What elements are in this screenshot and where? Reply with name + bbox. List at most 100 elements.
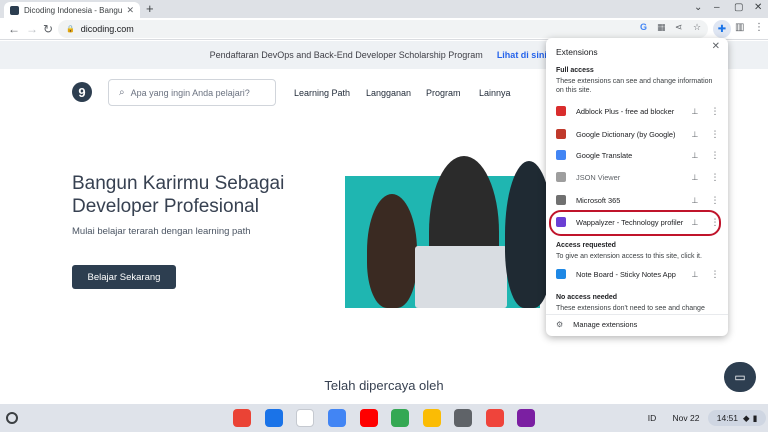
lock-icon[interactable]: 🔒: [66, 25, 75, 33]
person-left-image: [367, 194, 417, 308]
pin-icon[interactable]: ⊥: [688, 151, 702, 160]
full-access-desc: These extensions can see and change info…: [556, 78, 713, 94]
share-icon[interactable]: ⋖: [675, 22, 683, 33]
pin-icon[interactable]: ⊥: [688, 130, 702, 139]
extension-name: Adblock Plus - free ad blocker: [576, 106, 675, 116]
extension-row[interactable]: JSON Viewer ⊥ ⋮: [546, 166, 728, 188]
photos-icon[interactable]: [454, 409, 472, 427]
extensions-popup-title: Extensions: [556, 47, 598, 57]
close-window-button[interactable]: ✕: [754, 2, 762, 13]
side-panel-icon[interactable]: ▥: [735, 22, 744, 33]
files-icon[interactable]: [265, 409, 283, 427]
search-icon: ⌕: [119, 87, 125, 98]
more-options-icon[interactable]: ⋮: [708, 106, 722, 117]
dicoding-logo[interactable]: 9: [72, 82, 92, 102]
chrome-menu-icon[interactable]: ⋮: [754, 22, 764, 33]
extensions-popup: Extensions ✕ Full access These extension…: [546, 38, 728, 336]
status-tray[interactable]: 14:51 ◆ ▮: [708, 410, 766, 426]
trusted-by-heading: Telah dipercaya oleh: [324, 378, 444, 393]
pin-icon[interactable]: ⊥: [688, 270, 702, 279]
extension-row[interactable]: Microsoft 365 ⊥ ⋮: [546, 189, 728, 211]
hero-image: [345, 156, 553, 308]
nav-program[interactable]: Program: [426, 88, 461, 98]
new-tab-button[interactable]: +: [146, 2, 154, 16]
no-access-desc: These extensions don't need to see and c…: [556, 305, 705, 312]
chrome-icon[interactable]: [233, 409, 251, 427]
keep-icon[interactable]: [423, 409, 441, 427]
laptop-image: [415, 246, 507, 308]
launcher-button[interactable]: [6, 412, 18, 424]
gmail-icon[interactable]: [296, 409, 314, 427]
play-store-icon[interactable]: [391, 409, 409, 427]
start-learning-button[interactable]: Belajar Sekarang: [72, 265, 176, 289]
manage-extensions-button[interactable]: ⚙ Manage extensions: [546, 314, 728, 334]
no-access-title: No access needed: [556, 294, 618, 301]
wifi-icon: ◆: [743, 412, 750, 423]
manage-extensions-label: Manage extensions: [573, 320, 638, 329]
extension-row[interactable]: Note Board - Sticky Notes App ⊥ ⋮: [546, 263, 728, 285]
reload-button[interactable]: ↻: [43, 21, 53, 37]
adblock-icon: [556, 106, 566, 116]
search-placeholder: Apa yang ingin Anda pelajari?: [130, 87, 250, 98]
back-button[interactable]: ←: [8, 21, 20, 37]
docs-icon[interactable]: [328, 409, 346, 427]
battery-icon: ▮: [752, 412, 758, 423]
google-lens-icon[interactable]: G: [640, 22, 647, 32]
bookmark-star-icon[interactable]: ☆: [693, 22, 701, 33]
qr-code-icon[interactable]: ▦: [657, 22, 666, 33]
more-options-icon[interactable]: ⋮: [708, 129, 722, 140]
date-tray[interactable]: Nov 22: [668, 410, 704, 426]
extension-name: JSON Viewer: [576, 172, 621, 182]
extension-name: Note Board - Sticky Notes App: [576, 269, 676, 279]
nav-langganan[interactable]: Langganan: [366, 88, 411, 98]
more-options-icon[interactable]: ⋮: [708, 195, 722, 206]
ime-indicator[interactable]: ID: [643, 410, 661, 426]
dicoding-favicon-icon: [10, 5, 19, 15]
search-input[interactable]: ⌕ Apa yang ingin Anda pelajari?: [108, 79, 276, 106]
extension-row[interactable]: Google Dictionary (by Google) ⊥ ⋮: [546, 123, 728, 145]
note-board-icon: [556, 269, 566, 279]
wappalyzer-highlight-annotation: [549, 210, 721, 236]
anydesk-icon[interactable]: [486, 409, 504, 427]
minimize-button[interactable]: –: [714, 2, 720, 13]
extension-name: Microsoft 365: [576, 195, 621, 205]
more-options-icon[interactable]: ⋮: [708, 269, 722, 280]
nav-learning-path[interactable]: Learning Path: [294, 88, 350, 98]
more-options-icon[interactable]: ⋮: [708, 150, 722, 161]
k-app-icon[interactable]: [517, 409, 535, 427]
pin-icon[interactable]: ⊥: [688, 173, 702, 182]
pin-icon[interactable]: ⊥: [688, 196, 702, 205]
nav-lainnya[interactable]: Lainnya: [479, 88, 511, 98]
chat-bubble-icon[interactable]: ▭: [724, 362, 756, 392]
extension-name: Google Translate: [576, 150, 633, 160]
extensions-puzzle-icon[interactable]: ✚: [713, 20, 731, 38]
tab-close-icon[interactable]: ✕: [126, 5, 134, 16]
forward-button[interactable]: →: [26, 21, 38, 37]
pin-icon[interactable]: ⊥: [688, 107, 702, 116]
access-requested-title: Access requested: [556, 242, 616, 249]
announcement-text: Pendaftaran DevOps and Back-End Develope…: [209, 50, 483, 60]
access-requested-desc: To give an extension access to this site…: [556, 253, 702, 260]
microsoft-365-icon: [556, 195, 566, 205]
extension-row[interactable]: Adblock Plus - free ad blocker ⊥ ⋮: [546, 100, 728, 122]
tab-title: Dicoding Indonesia - Bangun Ka: [24, 5, 123, 15]
tab-dicoding[interactable]: Dicoding Indonesia - Bangun Ka ✕: [4, 2, 140, 18]
hero-title: Bangun Karirmu Sebagai Developer Profesi…: [72, 173, 285, 217]
tab-strip: Dicoding Indonesia - Bangun Ka ✕ + ⌄ – ▢…: [0, 0, 768, 18]
address-bar[interactable]: 🔒 dicoding.com: [58, 20, 708, 38]
browser-toolbar: ← → ↻ 🔒 dicoding.com G ▦ ⋖ ☆ ✚ ▥ ⋮: [0, 18, 768, 40]
gear-icon: ⚙: [556, 320, 564, 329]
maximize-button[interactable]: ▢: [734, 2, 743, 13]
dictionary-icon: [556, 129, 566, 139]
full-access-title: Full access: [556, 67, 594, 74]
json-icon: [556, 172, 566, 182]
youtube-icon[interactable]: [360, 409, 378, 427]
url-text: dicoding.com: [80, 24, 134, 34]
clock-time: 14:51: [716, 413, 739, 423]
tab-search-icon[interactable]: ⌄: [694, 2, 702, 13]
chromeos-shelf: ID Nov 22 14:51 ◆ ▮: [0, 404, 768, 432]
close-icon[interactable]: ✕: [712, 41, 720, 52]
more-options-icon[interactable]: ⋮: [708, 172, 722, 183]
extension-row[interactable]: Google Translate ⊥ ⋮: [546, 144, 728, 166]
extension-name: Google Dictionary (by Google): [576, 129, 676, 139]
